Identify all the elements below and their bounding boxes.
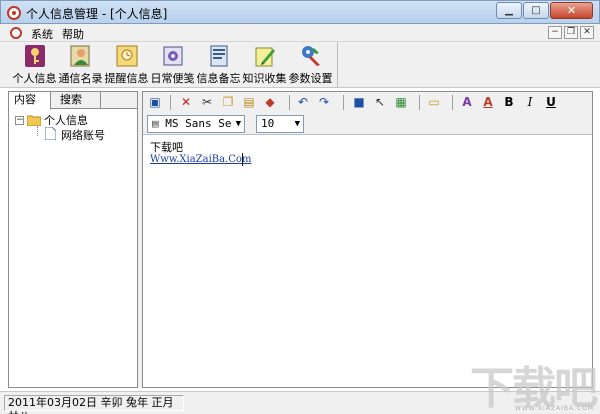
underline-icon[interactable]: U — [543, 94, 559, 110]
mdi-minimize-button[interactable]: − — [548, 26, 562, 39]
font-icon: ▤ — [152, 117, 166, 130]
reminder-icon — [116, 45, 138, 67]
delete-icon[interactable]: ✕ — [178, 94, 194, 110]
close-button[interactable]: ✕ — [550, 2, 593, 19]
font-size-value: 10 — [261, 117, 275, 130]
font-size-select[interactable]: 10 ▼ — [256, 115, 304, 133]
editor-toolbar: ▣ ✕ ✂ ❐ ▤ ◆ ↶ ↷ ■ ↖ ▦ ▭ A A B I U — [143, 92, 592, 113]
navigation-panel: 内容 搜索 − 个人信息 网络账号 — [8, 91, 138, 388]
maximize-icon: □ — [531, 5, 541, 16]
save-icon[interactable]: ▣ — [147, 94, 163, 110]
close-icon: ✕ — [566, 4, 577, 17]
tab-search[interactable]: 搜索 — [55, 92, 101, 109]
italic-icon[interactable]: I — [522, 94, 538, 110]
contacts-icon — [70, 45, 90, 67]
document-area[interactable]: 下载吧 Www.XiaZaiBa.Com — [149, 139, 579, 379]
document-app-icon — [10, 27, 22, 39]
document-icon — [45, 127, 56, 140]
pen-icon — [255, 47, 275, 67]
personal-info-button[interactable]: 个人信息 — [12, 42, 57, 88]
contacts-button[interactable]: 通信名录 — [58, 42, 103, 88]
menu-bar: 系统 帮助 − ❐ ✕ — [0, 24, 600, 42]
tab-content[interactable]: 内容 — [9, 92, 51, 110]
chevron-down-icon: ▼ — [294, 119, 300, 129]
mdi-close-button[interactable]: ✕ — [580, 26, 594, 39]
font-name-select[interactable]: ▤ MS Sans Se ▼ — [147, 115, 245, 133]
tree-item-personal-info[interactable]: 个人信息 — [44, 112, 88, 128]
cut-icon[interactable]: ✂ — [199, 94, 215, 110]
memo-button[interactable]: 信息备忘 — [196, 42, 241, 88]
text-caret — [242, 153, 243, 166]
editor-panel: ▣ ✕ ✂ ❐ ▤ ◆ ↶ ↷ ■ ↖ ▦ ▭ A A B I U ▤ MS S… — [142, 91, 593, 388]
minimize-button[interactable]: ▁ — [496, 2, 522, 19]
title-bar: 个人信息管理 - [个人信息] ▁ □ ✕ — [0, 0, 600, 24]
toolbar-separator — [170, 95, 171, 110]
minimize-icon: ▁ — [505, 5, 513, 16]
font-color-icon[interactable]: A — [480, 94, 496, 110]
memo-icon — [210, 45, 228, 67]
chevron-down-icon: ▼ — [235, 119, 241, 129]
watermark: 下载吧 WWW.XIAZAIBA.COM — [462, 352, 600, 414]
open-folder-icon[interactable]: ▭ — [426, 94, 442, 110]
paste-icon[interactable]: ▤ — [241, 94, 257, 110]
clear-format-icon[interactable]: ◆ — [262, 94, 278, 110]
mdi-restore-button[interactable]: ❐ — [564, 26, 578, 39]
settings-button[interactable]: 参数设置 — [288, 42, 333, 88]
tree-collapse-toggle[interactable]: − — [15, 116, 24, 125]
content-link[interactable]: Www.XiaZaiBa.Com — [150, 154, 251, 165]
tools-icon — [302, 46, 320, 66]
toolbar-separator — [452, 95, 453, 110]
content-line: 下载吧 — [150, 141, 183, 154]
mdi-controls: − ❐ ✕ — [546, 26, 594, 39]
toolbar-separator — [343, 95, 344, 110]
menu-system[interactable]: 系统 — [31, 26, 53, 42]
key-icon — [25, 45, 45, 67]
window-title: 个人信息管理 - [个人信息] — [26, 7, 168, 21]
toolbar-separator — [289, 95, 290, 110]
redo-icon[interactable]: ↷ — [316, 94, 332, 110]
tree-connector — [37, 126, 38, 136]
daily-notes-button[interactable]: 日常便笺 — [150, 42, 195, 88]
font-dialog-icon[interactable]: A — [459, 94, 475, 110]
knowledge-button[interactable]: 知识收集 — [242, 42, 287, 88]
tree-item-network-account[interactable]: 网络账号 — [61, 127, 105, 143]
folder-icon — [27, 115, 41, 126]
watermark-url: WWW.XIAZAIBA.COM — [514, 405, 594, 412]
main-toolbar: 个人信息 通信名录 提醒信息 日常便笺 信息备忘 知识收集 参数设置 — [0, 42, 600, 88]
window-controls: ▁ □ ✕ — [495, 2, 593, 19]
copy-icon[interactable]: ❐ — [220, 94, 236, 110]
format-toolbar: ▤ MS Sans Se ▼ 10 ▼ — [143, 113, 592, 135]
panel-tabs: 内容 搜索 — [9, 92, 137, 110]
menu-help[interactable]: 帮助 — [62, 26, 84, 42]
insert-image-icon[interactable]: ▦ — [393, 94, 409, 110]
select-all-icon[interactable]: ■ — [351, 94, 367, 110]
status-date: 2011年03月02日 辛卯 兔年 正月廿八 — [4, 395, 184, 414]
reminder-button[interactable]: 提醒信息 — [104, 42, 149, 88]
notepad-icon — [163, 46, 183, 66]
undo-icon[interactable]: ↶ — [295, 94, 311, 110]
settings-label: 参数设置 — [288, 72, 333, 85]
font-name-text: MS Sans Se — [165, 117, 232, 130]
app-icon — [7, 6, 21, 20]
toolbar-separator — [419, 95, 420, 110]
maximize-button[interactable]: □ — [523, 2, 549, 19]
pointer-icon[interactable]: ↖ — [372, 94, 388, 110]
font-name-value: ▤ MS Sans Se — [152, 116, 231, 132]
bold-icon[interactable]: B — [501, 94, 517, 110]
